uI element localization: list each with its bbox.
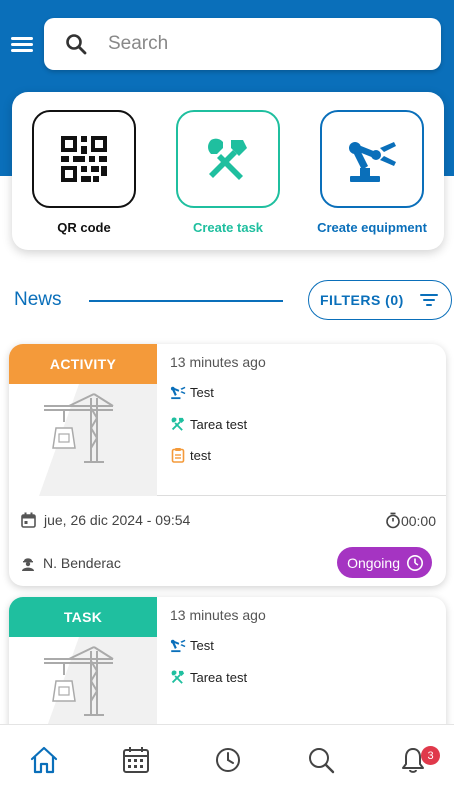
date-text: jue, 26 dic 2024 - 09:54 xyxy=(44,512,191,528)
task-name: Tarea test xyxy=(190,416,248,432)
notification-count-badge: 3 xyxy=(421,746,440,765)
qr-code-icon xyxy=(61,136,107,182)
filters-button[interactable]: FILTERS (0) xyxy=(308,280,452,320)
clock-icon xyxy=(216,748,240,772)
news-card-activity[interactable]: ACTIVITY 13 minutes ago Test Tarea test … xyxy=(9,344,446,586)
robot-arm-icon xyxy=(349,142,396,182)
home-icon xyxy=(30,746,58,774)
task-row: Tarea test xyxy=(170,669,247,685)
stopwatch-icon xyxy=(386,512,400,529)
user-row: N. Benderac xyxy=(21,555,121,571)
crane-image xyxy=(9,384,157,496)
tools-icon xyxy=(171,670,185,684)
nav-search[interactable] xyxy=(306,745,336,775)
search-input[interactable] xyxy=(108,33,408,55)
create-equipment-tile[interactable] xyxy=(320,110,424,208)
create-equipment-label: Create equipment xyxy=(317,220,427,235)
status-badge[interactable]: Ongoing xyxy=(337,547,432,578)
user-name: N. Benderac xyxy=(43,555,121,571)
search-icon xyxy=(66,34,87,55)
task-badge: TASK xyxy=(9,597,157,637)
menu-icon[interactable] xyxy=(9,34,35,56)
timer-icon xyxy=(407,554,423,571)
time-ago: 13 minutes ago xyxy=(170,354,266,370)
qr-code-button[interactable]: QR code xyxy=(19,110,149,235)
create-task-button[interactable]: Create task xyxy=(163,110,293,235)
activity-badge: ACTIVITY xyxy=(9,344,157,384)
news-heading: News xyxy=(14,289,62,310)
robot-arm-icon xyxy=(170,639,186,653)
equipment-row: Test xyxy=(170,637,214,653)
bottom-nav: 3 xyxy=(0,724,454,793)
create-equipment-button[interactable]: Create equipment xyxy=(307,110,437,235)
filters-label: FILTERS (0) xyxy=(320,292,404,308)
duration-text: 00:00 xyxy=(400,512,436,529)
tools-icon xyxy=(171,417,185,431)
nav-calendar[interactable] xyxy=(121,745,151,775)
calendar-icon xyxy=(21,512,36,528)
equipment-name: Test xyxy=(190,384,214,400)
worker-icon xyxy=(22,557,34,571)
calendar-icon xyxy=(123,747,149,773)
equipment-row: Test xyxy=(170,384,214,400)
news-divider xyxy=(89,300,283,302)
tools-icon xyxy=(208,138,247,180)
clipboard-icon xyxy=(171,448,185,463)
nav-history[interactable] xyxy=(213,745,243,775)
qr-code-tile[interactable] xyxy=(32,110,136,208)
task-row: Tarea test xyxy=(170,416,247,432)
date-row: jue, 26 dic 2024 - 09:54 xyxy=(21,512,190,528)
task-name: Tarea test xyxy=(190,669,248,685)
nav-home[interactable] xyxy=(29,745,59,775)
robot-arm-icon xyxy=(170,386,186,400)
activity-row: test xyxy=(170,447,211,463)
activity-name: test xyxy=(190,447,211,463)
search-bar[interactable] xyxy=(44,18,441,70)
equipment-name: Test xyxy=(190,637,214,653)
search-icon xyxy=(309,748,335,774)
duration: 00:00 xyxy=(385,512,436,529)
create-task-label: Create task xyxy=(192,220,264,235)
status-text: Ongoing xyxy=(347,554,400,571)
create-task-tile[interactable] xyxy=(176,110,280,208)
quick-actions-card: QR code Create task Create equipment xyxy=(12,92,444,250)
card-divider xyxy=(157,495,446,496)
filter-icon xyxy=(420,294,438,306)
qr-code-label: QR code xyxy=(57,220,111,235)
time-ago: 13 minutes ago xyxy=(170,607,266,623)
